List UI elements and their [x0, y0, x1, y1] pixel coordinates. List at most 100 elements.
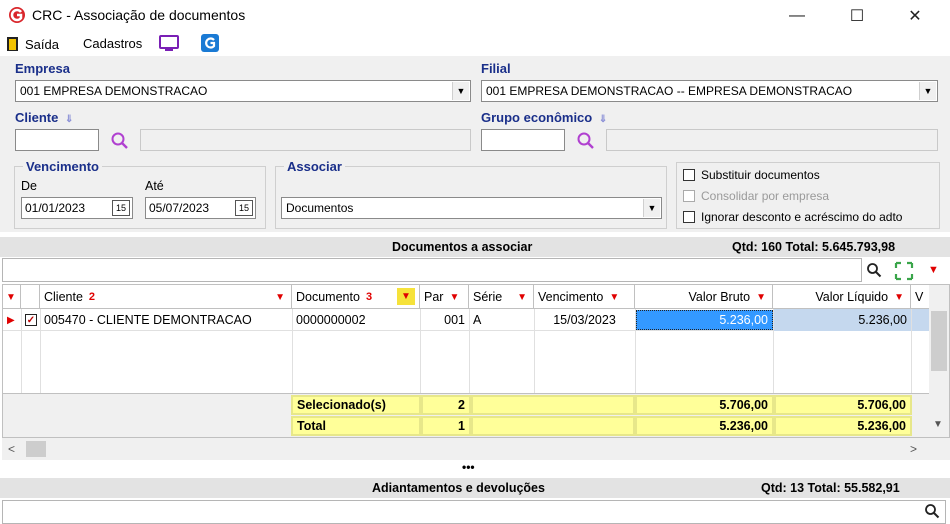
checkbox-checked-icon[interactable]: ✓ — [25, 314, 37, 326]
filial-select[interactable]: 001 EMPRESA DEMONSTRACAO -- EMPRESA DEMO… — [481, 80, 938, 102]
cliente-code-input[interactable] — [15, 129, 99, 151]
chevron-down-icon[interactable]: ▼ — [919, 82, 936, 100]
grupo-label: Grupo econômico ⇓ — [481, 110, 607, 125]
cell-vencimento: 15/03/2023 — [553, 313, 616, 327]
col-serie-label: Série — [473, 290, 503, 304]
check-column-header — [21, 285, 40, 309]
calendar-icon[interactable]: 15 — [235, 200, 253, 216]
checkbox-box[interactable] — [683, 211, 695, 223]
col-par-label: Par — [424, 290, 444, 304]
options-group: Substituir documentos Consolidar por emp… — [676, 162, 940, 229]
cell-v — [912, 309, 929, 331]
to-date-value: 05/07/2023 — [149, 201, 210, 215]
checkbox-box[interactable] — [683, 190, 695, 202]
grupo-code-input[interactable] — [481, 129, 565, 151]
empresa-select[interactable]: 001 EMPRESA DEMONSTRACAO ▼ — [15, 80, 471, 102]
scrollbar-thumb[interactable] — [931, 311, 947, 371]
menu-arrow-icon[interactable]: ▼ — [3, 285, 21, 309]
g-app-icon[interactable] — [201, 34, 219, 52]
cadastros-label: Cadastros — [83, 36, 143, 51]
selected-label: Selecionado(s) — [291, 395, 421, 415]
expand-icon[interactable] — [894, 261, 914, 281]
total-label: Total — [291, 416, 421, 436]
cliente-label: Cliente ⇓ — [15, 110, 73, 125]
from-date-input[interactable]: 01/01/2023 15 — [21, 197, 133, 219]
col-valor-bruto[interactable]: Valor Bruto ▼ — [635, 285, 773, 309]
sort-order-icon: 2 — [88, 291, 96, 303]
col-v[interactable]: V — [911, 285, 929, 309]
ignorar-checkbox[interactable]: Ignorar desconto e acréscimo do adto — [683, 208, 902, 226]
grupo-name-field — [606, 129, 938, 151]
docs-section-header: Documentos a associar Qtd: 160 Total: 5.… — [0, 237, 950, 257]
cell-valor-bruto[interactable]: 5.236,00 — [636, 310, 773, 330]
down-arrow-icon: ⇓ — [64, 114, 74, 125]
col-documento-label: Documento — [296, 290, 360, 304]
scroll-right-icon[interactable]: > — [910, 442, 917, 456]
adiant-search-input[interactable] — [2, 500, 946, 524]
filter-icon[interactable]: ▼ — [894, 292, 904, 303]
calendar-icon[interactable]: 15 — [112, 200, 130, 216]
associar-group: Associar Documentos ▼ — [275, 159, 667, 229]
search-icon[interactable] — [924, 503, 940, 519]
substituir-checkbox[interactable]: Substituir documentos — [683, 166, 820, 184]
col-serie[interactable]: Série ▼ — [469, 285, 534, 309]
active-filter-icon[interactable]: ▼ — [397, 288, 415, 305]
cell-cliente: 005470 - CLIENTE DEMONTRACAO — [44, 313, 252, 327]
monitor-icon[interactable] — [159, 35, 179, 52]
exit-menu[interactable]: Saída — [6, 36, 59, 52]
search-icon[interactable] — [110, 131, 129, 150]
col-documento[interactable]: Documento 3 ▼ — [292, 285, 420, 309]
col-vencimento[interactable]: Vencimento ▼ — [534, 285, 635, 309]
to-date-input[interactable]: 05/07/2023 15 — [145, 197, 256, 219]
cell-par: 001 — [444, 313, 465, 327]
cell-documento: 0000000002 — [296, 313, 366, 327]
total-valor-liquido: 5.236,00 — [774, 416, 912, 436]
consolidar-checkbox[interactable]: Consolidar por empresa — [683, 187, 829, 205]
close-button[interactable]: ✕ — [892, 0, 938, 31]
vencimento-group: Vencimento De 01/01/2023 15 Até 05/07/20… — [14, 159, 266, 229]
cell-valor-liquido: 5.236,00 — [774, 309, 911, 331]
grid-search-input[interactable] — [2, 258, 862, 282]
to-label: Até — [145, 179, 164, 193]
col-par[interactable]: Par ▼ — [420, 285, 469, 309]
filter-icon[interactable]: ▼ — [609, 292, 619, 303]
total-valor-bruto: 5.236,00 — [635, 416, 774, 436]
title-bar: CRC - Associação de documentos — ☐ ✕ — [0, 0, 950, 31]
grid-horizontal-scrollbar[interactable]: < > — [2, 438, 950, 460]
scroll-down-icon[interactable]: ▼ — [933, 419, 943, 430]
from-label: De — [21, 179, 37, 193]
chevron-down-icon[interactable]: ▼ — [643, 199, 660, 217]
associar-select[interactable]: Documentos ▼ — [281, 197, 662, 219]
checkbox-box[interactable] — [683, 169, 695, 181]
scroll-left-icon[interactable]: < — [8, 442, 15, 456]
filter-icon[interactable]: ▼ — [275, 292, 285, 303]
dropdown-arrow-icon[interactable]: ▼ — [928, 264, 939, 276]
splitter-handle[interactable]: ••• — [462, 460, 475, 474]
table-row[interactable]: ▶ ✓ 005470 - CLIENTE DEMONTRACAO 0000000… — [3, 309, 929, 331]
col-valor-bruto-label: Valor Bruto — [688, 290, 751, 304]
grid-header: ▼ Cliente 2 ▼ Documento 3 ▼ Par ▼ Série … — [3, 285, 949, 437]
grid-vertical-scrollbar[interactable]: ▼ — [929, 285, 949, 437]
filter-icon[interactable]: ▼ — [517, 292, 527, 303]
filter-icon[interactable]: ▼ — [449, 292, 459, 303]
col-cliente[interactable]: Cliente 2 ▼ — [40, 285, 292, 309]
search-icon[interactable] — [576, 131, 595, 150]
minimize-button[interactable]: — — [774, 0, 820, 31]
adiant-section-title: Adiantamentos e devoluções — [372, 481, 545, 495]
from-date-value: 01/01/2023 — [25, 201, 86, 215]
cell-serie: A — [473, 313, 482, 327]
search-icon[interactable] — [866, 262, 882, 278]
filter-icon[interactable]: ▼ — [756, 292, 766, 303]
scrollbar-thumb[interactable] — [26, 441, 46, 457]
docs-section-title: Documentos a associar — [392, 240, 533, 254]
selected-count: 2 — [421, 395, 471, 415]
selected-valor-liquido: 5.706,00 — [774, 395, 912, 415]
maximize-button[interactable]: ☐ — [834, 0, 880, 31]
cliente-name-field — [140, 129, 471, 151]
cadastros-menu[interactable]: Cadastros — [83, 36, 142, 51]
chevron-down-icon[interactable]: ▼ — [452, 82, 469, 100]
menu-bar: Saída Cadastros — [0, 31, 950, 56]
col-v-label: V — [915, 290, 924, 304]
col-valor-liquido[interactable]: Valor Líquido ▼ — [773, 285, 911, 309]
app-logo-icon — [9, 7, 25, 23]
